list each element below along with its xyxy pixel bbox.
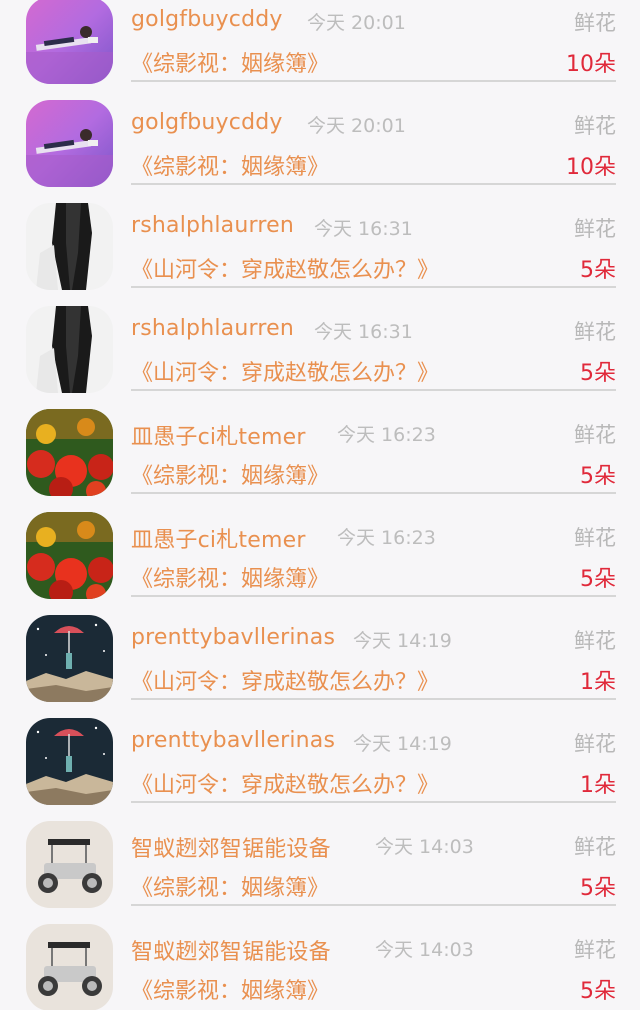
list-item[interactable]: 皿愚子ci札temer 今天 16:23 鲜花 《综影视：姻缘簿》 5朵: [0, 409, 640, 515]
row-divider: [131, 595, 616, 597]
list-item[interactable]: 智蚁趔郊智锯能设备 今天 14:03 鲜花 《综影视：姻缘簿》 5朵: [0, 924, 640, 1010]
gift-time: 今天 14:19: [353, 733, 452, 755]
sender-name[interactable]: rshalphlaurren: [131, 316, 294, 341]
book-title[interactable]: 《山河令：穿成赵敬怎么办？》: [131, 664, 439, 696]
avatar[interactable]: [26, 615, 113, 702]
book-title[interactable]: 《山河令：穿成赵敬怎么办？》: [131, 355, 439, 387]
list-item[interactable]: rshalphlaurren 今天 16:31 鲜花 《山河令：穿成赵敬怎么办？…: [0, 306, 640, 412]
gift-time: 今天 16:31: [314, 218, 413, 240]
person-lying-avatar-icon: [26, 0, 113, 84]
gift-time: 今天 14:03: [375, 939, 474, 961]
row-divider: [131, 492, 616, 494]
gift-type: 鲜花: [574, 11, 616, 35]
gift-count: 5朵: [580, 876, 616, 901]
list-item[interactable]: rshalphlaurren 今天 16:31 鲜花 《山河令：穿成赵敬怎么办？…: [0, 203, 640, 309]
sender-name[interactable]: golgfbuycddy: [131, 7, 283, 32]
red-flowers-avatar-icon: [26, 409, 113, 496]
book-title[interactable]: 《山河令：穿成赵敬怎么办？》: [131, 767, 439, 799]
umbrella-girl-avatar-icon: [26, 718, 113, 805]
book-title[interactable]: 《山河令：穿成赵敬怎么办？》: [131, 252, 439, 284]
sender-name[interactable]: rshalphlaurren: [131, 213, 294, 238]
gift-type: 鲜花: [574, 629, 616, 653]
gift-type: 鲜花: [574, 423, 616, 447]
row-divider: [131, 904, 616, 906]
avatar[interactable]: [26, 203, 113, 290]
row-divider: [131, 389, 616, 391]
gift-count: 1朵: [580, 670, 616, 695]
row-divider: [131, 286, 616, 288]
gift-count: 5朵: [580, 979, 616, 1004]
list-item[interactable]: golgfbuycddy 今天 20:01 鲜花 《综影视：姻缘簿》 10朵: [0, 100, 640, 206]
book-title[interactable]: 《综影视：姻缘簿》: [131, 149, 329, 181]
gift-type: 鲜花: [574, 320, 616, 344]
gift-time: 今天 20:01: [307, 12, 406, 34]
sender-name[interactable]: 智蚁趔郊智锯能设备: [131, 934, 331, 966]
list-item[interactable]: 皿愚子ci札temer 今天 16:23 鲜花 《综影视：姻缘簿》 5朵: [0, 512, 640, 618]
book-title[interactable]: 《综影视：姻缘簿》: [131, 458, 329, 490]
gift-type: 鲜花: [574, 114, 616, 138]
sender-name[interactable]: prenttybavllerinas: [131, 728, 335, 753]
gift-type: 鲜花: [574, 732, 616, 756]
umbrella-girl-avatar-icon: [26, 615, 113, 702]
row-divider: [131, 183, 616, 185]
gift-time: 今天 16:23: [337, 424, 436, 446]
gift-time: 今天 16:31: [314, 321, 413, 343]
list-item[interactable]: golgfbuycddy 今天 20:01 鲜花 《综影视：姻缘簿》 10朵: [0, 0, 640, 103]
gift-type: 鲜花: [574, 526, 616, 550]
gift-time: 今天 16:23: [337, 527, 436, 549]
row-divider: [131, 801, 616, 803]
book-title[interactable]: 《综影视：姻缘簿》: [131, 973, 329, 1005]
gift-time: 今天 14:19: [353, 630, 452, 652]
sender-name[interactable]: golgfbuycddy: [131, 110, 283, 135]
sender-name[interactable]: prenttybavllerinas: [131, 625, 335, 650]
gift-type: 鲜花: [574, 938, 616, 962]
gift-time: 今天 14:03: [375, 836, 474, 858]
gift-count: 10朵: [566, 52, 616, 77]
avatar[interactable]: [26, 409, 113, 496]
avatar[interactable]: [26, 100, 113, 187]
gift-record-list: golgfbuycddy 今天 20:01 鲜花 《综影视：姻缘簿》 10朵 g…: [0, 0, 640, 1010]
avatar[interactable]: [26, 512, 113, 599]
avatar[interactable]: [26, 821, 113, 908]
gift-type: 鲜花: [574, 835, 616, 859]
person-lying-avatar-icon: [26, 100, 113, 187]
book-title[interactable]: 《综影视：姻缘簿》: [131, 870, 329, 902]
long-hair-avatar-icon: [26, 306, 113, 393]
avatar[interactable]: [26, 0, 113, 84]
sender-name[interactable]: 智蚁趔郊智锯能设备: [131, 831, 331, 863]
toy-car-avatar-icon: [26, 821, 113, 908]
avatar[interactable]: [26, 718, 113, 805]
book-title[interactable]: 《综影视：姻缘簿》: [131, 561, 329, 593]
list-item[interactable]: prenttybavllerinas 今天 14:19 鲜花 《山河令：穿成赵敬…: [0, 615, 640, 721]
long-hair-avatar-icon: [26, 203, 113, 290]
gift-count: 5朵: [580, 361, 616, 386]
gift-time: 今天 20:01: [307, 115, 406, 137]
gift-count: 10朵: [566, 155, 616, 180]
list-item[interactable]: prenttybavllerinas 今天 14:19 鲜花 《山河令：穿成赵敬…: [0, 718, 640, 824]
toy-car-avatar-icon: [26, 924, 113, 1010]
row-divider: [131, 80, 616, 82]
gift-count: 5朵: [580, 567, 616, 592]
gift-count: 5朵: [580, 258, 616, 283]
gift-type: 鲜花: [574, 217, 616, 241]
book-title[interactable]: 《综影视：姻缘簿》: [131, 46, 329, 78]
avatar[interactable]: [26, 306, 113, 393]
gift-count: 5朵: [580, 464, 616, 489]
row-divider: [131, 698, 616, 700]
list-item[interactable]: 智蚁趔郊智锯能设备 今天 14:03 鲜花 《综影视：姻缘簿》 5朵: [0, 821, 640, 927]
sender-name[interactable]: 皿愚子ci札temer: [131, 419, 306, 451]
avatar[interactable]: [26, 924, 113, 1010]
red-flowers-avatar-icon: [26, 512, 113, 599]
sender-name[interactable]: 皿愚子ci札temer: [131, 522, 306, 554]
gift-count: 1朵: [580, 773, 616, 798]
